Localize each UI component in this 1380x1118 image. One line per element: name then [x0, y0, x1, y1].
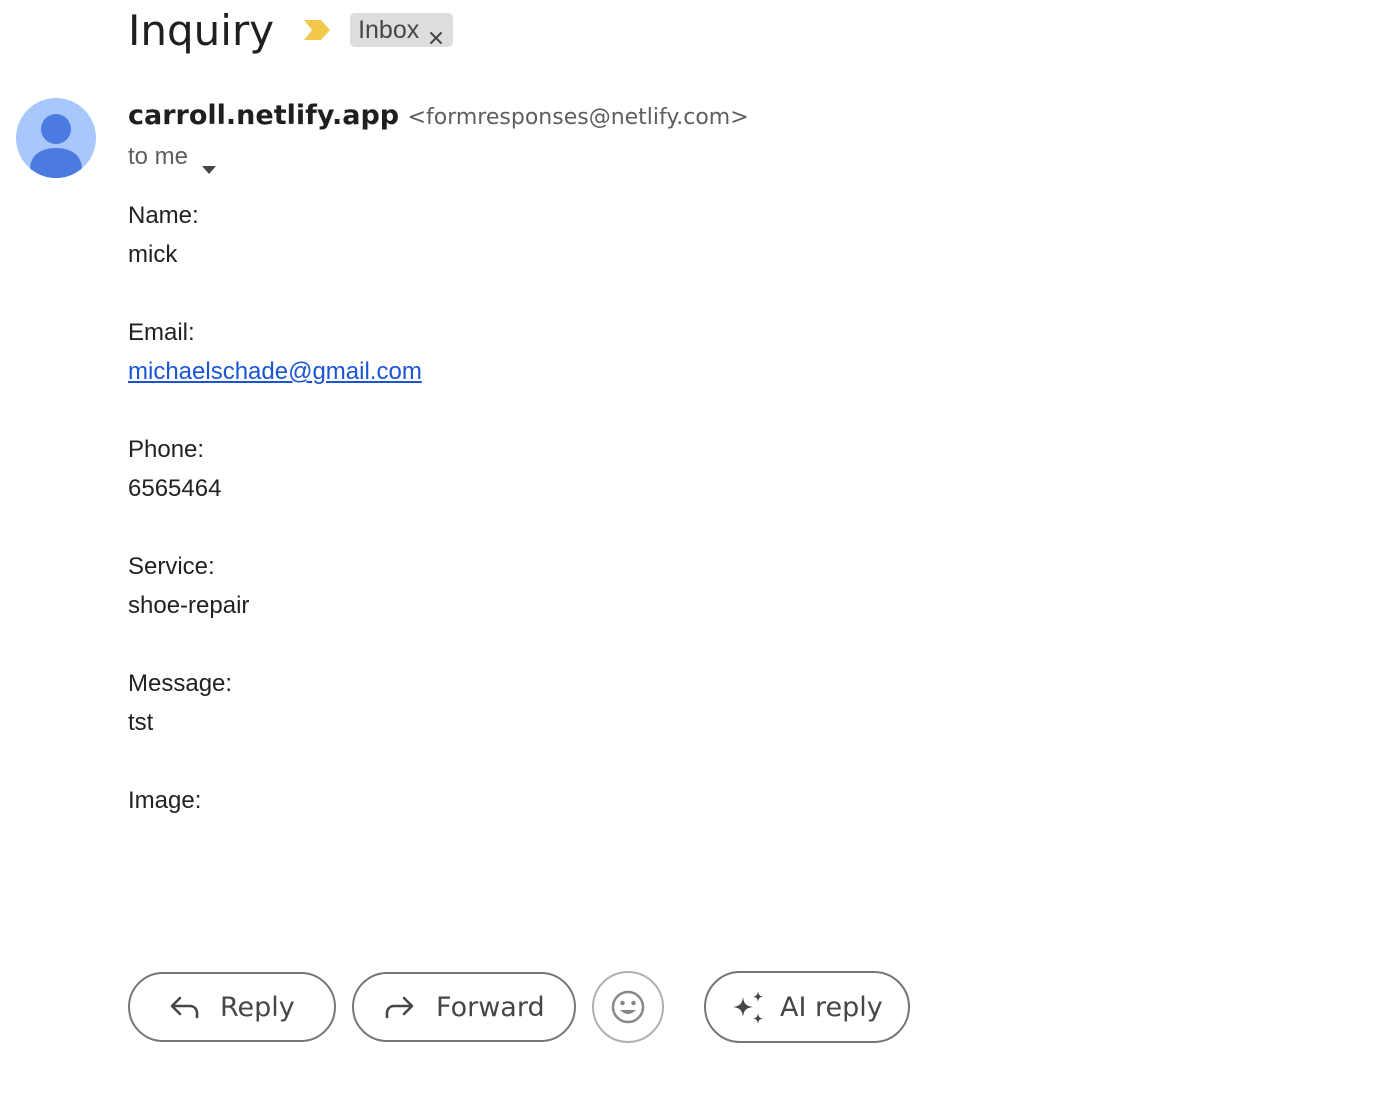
field-label: Image: — [128, 787, 202, 814]
email-link[interactable]: michaelschade@gmail.com — [128, 358, 422, 385]
sender-email: <formresponses@netlify.com> — [407, 105, 749, 130]
sender-row: carroll.netlify.app <formresponses@netli… — [128, 100, 749, 131]
field-value: 6565464 — [128, 475, 222, 502]
recipient-details-toggle[interactable]: to me — [128, 143, 217, 174]
field-label: Name: — [128, 202, 199, 229]
person-icon — [30, 114, 82, 178]
field-name: Name: mick — [128, 196, 422, 274]
field-label: Phone: — [128, 436, 205, 463]
field-value: michaelschade@gmail.com — [128, 352, 422, 391]
subject-row: Inquiry Inbox — [128, 2, 454, 58]
label-chip-text: Inbox — [358, 15, 420, 44]
field-value: tst — [128, 709, 154, 736]
close-icon[interactable] — [429, 23, 443, 44]
field-value: shoe-repair — [128, 592, 250, 619]
importance-marker-icon[interactable] — [302, 18, 332, 42]
field-message: Message: tst — [128, 664, 422, 742]
ai-reply-button[interactable]: AI reply — [704, 971, 910, 1043]
sender-name[interactable]: carroll.netlify.app — [128, 100, 399, 131]
field-label: Email: — [128, 319, 195, 346]
email-subject: Inquiry — [128, 5, 275, 55]
forward-icon — [384, 995, 414, 1019]
reply-icon — [170, 995, 200, 1019]
emoji-smile-icon — [610, 989, 646, 1025]
message-body: Name: mick Email: michaelschade@gmail.co… — [128, 196, 422, 859]
field-email: Email: michaelschade@gmail.com — [128, 313, 422, 391]
reply-label: Reply — [220, 991, 295, 1023]
field-service: Service: shoe-repair — [128, 547, 422, 625]
forward-label: Forward — [436, 991, 545, 1023]
field-image: Image: — [128, 781, 422, 820]
forward-button[interactable]: Forward — [352, 972, 576, 1042]
reply-button[interactable]: Reply — [128, 972, 336, 1042]
field-phone: Phone: 6565464 — [128, 430, 422, 508]
field-value: mick — [128, 241, 178, 268]
field-label: Message: — [128, 670, 233, 697]
chevron-down-icon[interactable] — [202, 153, 217, 174]
emoji-reaction-button[interactable] — [592, 971, 664, 1043]
sender-avatar[interactable] — [16, 98, 96, 178]
inbox-label-chip[interactable]: Inbox — [350, 13, 454, 47]
recipient-label: to me — [128, 143, 189, 170]
sparkle-icon — [730, 989, 766, 1025]
field-label: Service: — [128, 553, 215, 580]
ai-reply-label: AI reply — [780, 991, 883, 1023]
